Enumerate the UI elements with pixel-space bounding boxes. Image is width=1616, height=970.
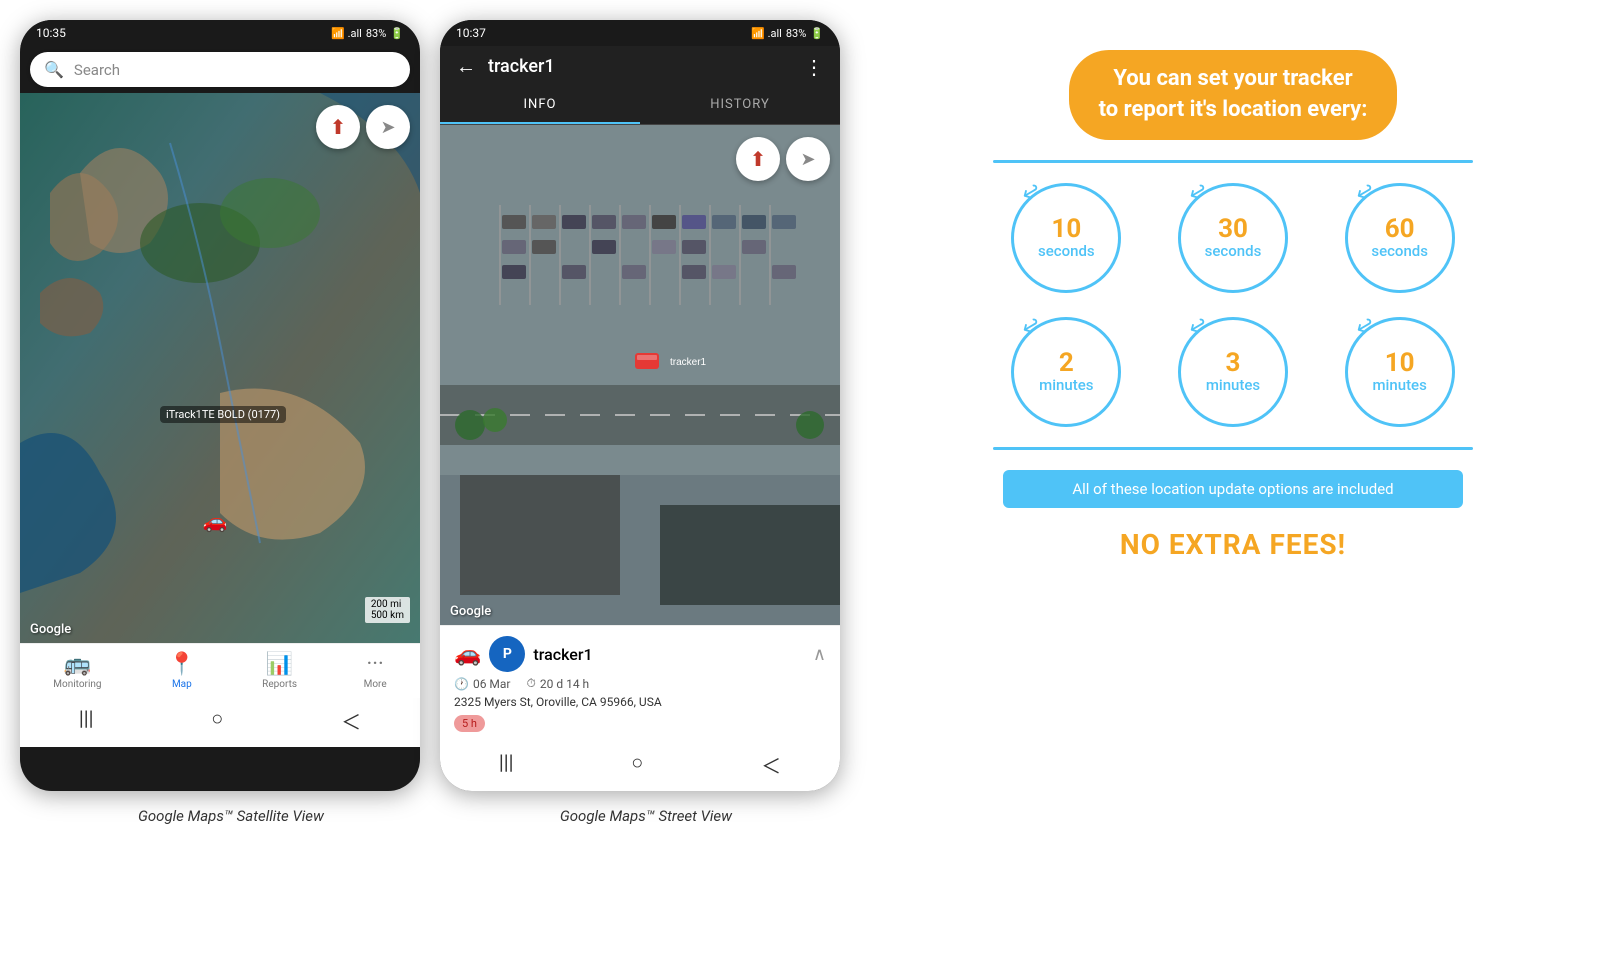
search-placeholder: Search [74, 61, 120, 79]
caption-satellite: Google Maps™ Satellite View [138, 807, 324, 825]
search-icon: 🔍 [44, 60, 64, 79]
divider-top [993, 160, 1473, 163]
status-bar-1: 10:35 📶 .all 83% 🔋 [20, 20, 420, 46]
tracker-title: tracker1 [488, 56, 792, 77]
nav-reports[interactable]: 📊 Reports [262, 652, 297, 690]
number-60sec: 60 [1385, 216, 1415, 242]
app-tabs: INFO HISTORY [440, 87, 840, 125]
phone-tracker: 10:37 📶 .all 83% 🔋 ← tracker1 ⋮ INFO HIS… [440, 20, 840, 791]
monitoring-icon: 🚌 [64, 652, 91, 677]
divider-bottom [993, 447, 1473, 450]
time-badge: 5 h [454, 715, 485, 732]
tracker-avatar: P [489, 636, 525, 672]
unit-seconds-1: seconds [1038, 242, 1095, 260]
circle-2min: ↩ 2 minutes [993, 317, 1140, 427]
arrow-icon-1: ↩ [1017, 177, 1045, 208]
tab-history[interactable]: HISTORY [640, 87, 840, 124]
tracker-car-icon: 🚗 [454, 642, 481, 667]
back-button[interactable]: ← [456, 54, 476, 79]
bottom-nav-1: 🚌 Monitoring 📍 Map 📊 Reports ··· More [20, 643, 420, 698]
headline-text: You can set your trackerto report it's l… [1099, 66, 1368, 122]
pill-home-2[interactable]: ○ [631, 750, 643, 779]
svg-text:tracker1: tracker1 [670, 357, 707, 368]
unit-minutes-3: minutes [1372, 376, 1426, 394]
reports-icon: 📊 [266, 652, 293, 677]
google-watermark-2: Google [450, 604, 491, 619]
circles-grid: ↩ 10 seconds ↩ 30 seconds ↩ 60 seconds ↩… [993, 183, 1473, 427]
pill-menu[interactable]: ||| [79, 706, 94, 735]
included-text: All of these location update options are… [1072, 480, 1393, 498]
signal-icon-2: 📶 .all [751, 27, 782, 40]
tracker-meta: 🕐 06 Mar ⏱ 20 d 14 h [454, 676, 826, 691]
tracker-name: tracker1 [533, 645, 592, 664]
map-icon: 📍 [168, 652, 195, 677]
number-2min: 2 [1059, 350, 1074, 376]
infographic-panel: You can set your trackerto report it's l… [870, 20, 1596, 581]
number-10sec: 10 [1051, 216, 1081, 242]
compass-button-1[interactable]: ⬆ [316, 105, 360, 149]
navigate-button-1[interactable]: ➤ [366, 105, 410, 149]
tracker-label-1: iTrack1TE BOLD (0177) [160, 406, 286, 423]
tracker-address: 2325 Myers St, Oroville, CA 95966, USA [454, 695, 826, 709]
satellite-map-container: 🚗 ⬆ ➤ iTrack1TE BOLD (0177) Google 200 m… [20, 93, 420, 698]
svg-text:🚗: 🚗 [203, 509, 228, 533]
more-menu-button[interactable]: ⋮ [804, 55, 824, 79]
scale-bar-1: 200 mi 500 km [365, 597, 410, 623]
street-map[interactable]: tracker1 ⬆ ➤ Google [440, 125, 840, 625]
system-nav-bar-2: ||| ○ ＜ [440, 742, 840, 791]
no-fees-text: NO EXTRA FEES! [1120, 528, 1346, 561]
satellite-map[interactable]: 🚗 ⬆ ➤ iTrack1TE BOLD (0177) Google 200 m… [20, 93, 420, 643]
arrow-icon-4: ↩ [1017, 311, 1045, 342]
pill-back-2[interactable]: ＜ [761, 750, 781, 779]
nav-more[interactable]: ··· More [364, 652, 387, 690]
tab-info[interactable]: INFO [440, 87, 640, 124]
captions-row: Google Maps™ Satellite View Google Maps™… [20, 807, 850, 825]
unit-seconds-2: seconds [1205, 242, 1262, 260]
circle-10sec: ↩ 10 seconds [993, 183, 1140, 293]
battery-2: 83% [786, 27, 806, 40]
pill-menu-2[interactable]: ||| [499, 750, 514, 779]
circle-30sec: ↩ 30 seconds [1160, 183, 1307, 293]
number-10min: 10 [1385, 350, 1415, 376]
signal-icon-1: 📶 .all [331, 27, 362, 40]
number-3min: 3 [1226, 350, 1241, 376]
arrow-icon-2: ↩ [1184, 177, 1212, 208]
included-banner: All of these location update options are… [1003, 470, 1463, 508]
tracker-date-icon: 🕐 06 Mar [454, 677, 511, 691]
arrow-icon-6: ↩ [1351, 311, 1379, 342]
unit-minutes-1: minutes [1039, 376, 1093, 394]
compass-button-2[interactable]: ⬆ [736, 137, 780, 181]
headline-banner: You can set your trackerto report it's l… [1069, 50, 1398, 140]
nav-monitoring[interactable]: 🚌 Monitoring [53, 652, 101, 690]
time-2: 10:37 [456, 26, 486, 40]
unit-minutes-2: minutes [1206, 376, 1260, 394]
arrow-icon-5: ↩ [1184, 311, 1212, 342]
unit-seconds-3: seconds [1371, 242, 1428, 260]
circle-60sec: ↩ 60 seconds [1326, 183, 1473, 293]
time-1: 10:35 [36, 26, 66, 40]
arrow-icon-3: ↩ [1351, 177, 1379, 208]
pill-back[interactable]: ＜ [341, 706, 361, 735]
nav-map[interactable]: 📍 Map [168, 652, 195, 690]
tracker-info-panel: 🚗 P tracker1 ∧ 🕐 06 Mar ⏱ 20 d 14 h 2325… [440, 625, 840, 742]
more-icon: ··· [367, 652, 384, 677]
caption-street: Google Maps™ Street View [560, 807, 732, 825]
pill-home[interactable]: ○ [211, 706, 223, 735]
phone-satellite: 10:35 📶 .all 83% 🔋 🔍 Search [20, 20, 420, 791]
number-30sec: 30 [1218, 216, 1248, 242]
status-bar-2: 10:37 📶 .all 83% 🔋 [440, 20, 840, 46]
system-nav-bar-1: ||| ○ ＜ [20, 698, 420, 747]
tracker-duration-icon: ⏱ 20 d 14 h [527, 676, 590, 691]
collapse-icon[interactable]: ∧ [813, 644, 826, 665]
battery-1: 83% [366, 27, 386, 40]
navigate-button-2[interactable]: ➤ [786, 137, 830, 181]
search-bar[interactable]: 🔍 Search [30, 52, 410, 87]
circle-10min: ↩ 10 minutes [1326, 317, 1473, 427]
app-header: ← tracker1 ⋮ [440, 46, 840, 87]
google-watermark-1: Google [30, 622, 71, 637]
circle-3min: ↩ 3 minutes [1160, 317, 1307, 427]
